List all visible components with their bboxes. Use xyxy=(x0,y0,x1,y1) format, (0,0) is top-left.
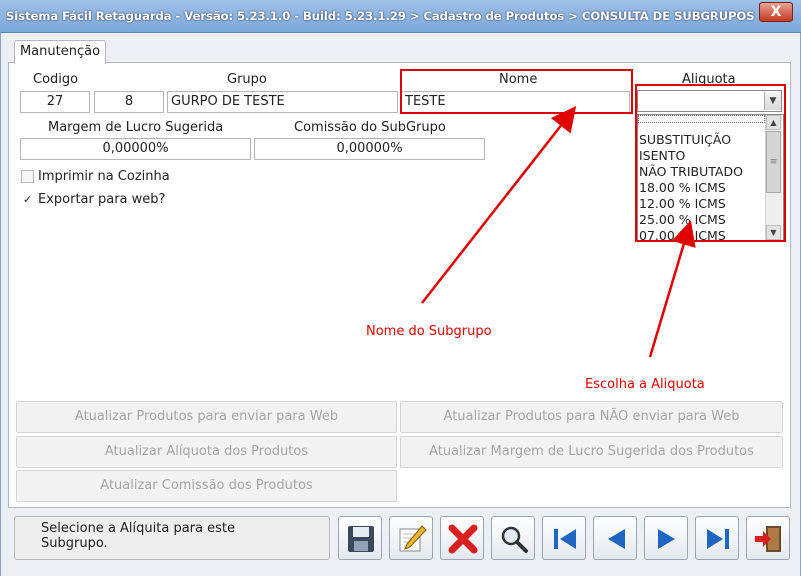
imprimir-checkbox[interactable] xyxy=(21,170,34,183)
save-button[interactable] xyxy=(338,516,382,560)
aliquota-arrow xyxy=(648,220,696,358)
exit-icon xyxy=(755,526,781,552)
next-icon xyxy=(658,529,675,549)
grupo-code-field[interactable]: 8 xyxy=(94,91,164,113)
last-icon xyxy=(707,529,729,549)
window-title: Sistema Fácil Retaguarda - Versão: 5.23.… xyxy=(6,9,756,23)
aliquota-annotation: Escolha a Aliquota xyxy=(585,377,705,392)
nome-arrow xyxy=(421,106,577,304)
delete-icon xyxy=(448,524,478,554)
exportar-label: Exportar para web? xyxy=(38,192,166,207)
update-comissao-button[interactable]: Atualizar Comissão dos Produtos xyxy=(16,470,397,502)
edit-button[interactable] xyxy=(389,516,433,560)
codigo-field[interactable]: 27 xyxy=(20,91,90,113)
close-button[interactable]: X xyxy=(759,2,793,22)
first-icon xyxy=(554,529,576,549)
tab-manutencao[interactable]: Manutenção xyxy=(14,40,106,64)
title-bar: Sistema Fácil Retaguarda - Versão: 5.23.… xyxy=(0,0,801,33)
nome-annotation: Nome do Subgrupo xyxy=(366,324,492,339)
save-icon xyxy=(348,526,374,552)
next-record-button[interactable] xyxy=(644,516,688,560)
previous-icon xyxy=(608,529,625,549)
previous-record-button[interactable] xyxy=(593,516,637,560)
delete-button[interactable] xyxy=(440,516,484,560)
grupo-label: Grupo xyxy=(227,72,267,87)
status-message: Selecione a Alíquita para este Subgrupo. xyxy=(14,516,330,560)
exportar-checkbox[interactable]: ✓ xyxy=(21,193,34,206)
last-record-button[interactable] xyxy=(695,516,739,560)
codigo-label: Codigo xyxy=(33,72,79,87)
update-web-send-button[interactable]: Atualizar Produtos para enviar para Web xyxy=(16,401,397,433)
margem-field[interactable]: 0,00000% xyxy=(20,138,251,160)
imprimir-label: Imprimir na Cozinha xyxy=(38,169,170,184)
edit-icon xyxy=(399,525,427,552)
exit-button[interactable] xyxy=(746,516,790,560)
grupo-name-field[interactable]: GURPO DE TESTE xyxy=(167,91,398,113)
search-button[interactable] xyxy=(491,516,535,560)
margem-label: Margem de Lucro Sugerida xyxy=(48,120,224,135)
update-web-no-send-button[interactable]: Atualizar Produtos para NÃO enviar para … xyxy=(400,401,783,433)
first-record-button[interactable] xyxy=(542,516,586,560)
update-aliquota-button[interactable]: Atualizar Alíquota dos Produtos xyxy=(16,436,397,468)
search-icon xyxy=(501,526,528,553)
update-margem-button[interactable]: Atualizar Margem de Lucro Sugerida dos P… xyxy=(400,436,783,468)
